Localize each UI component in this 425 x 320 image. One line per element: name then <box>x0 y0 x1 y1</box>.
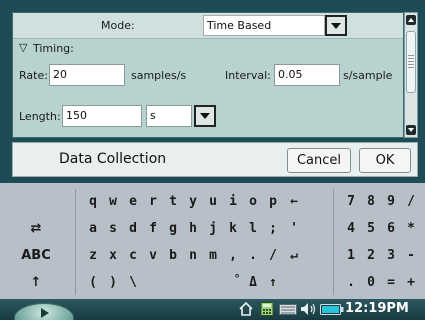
key[interactable]: s <box>104 218 122 240</box>
key[interactable]: . <box>244 245 262 267</box>
rate-input[interactable]: 20 <box>49 64 125 86</box>
key[interactable]: e <box>124 191 142 213</box>
num-key[interactable]: 3 <box>382 245 400 267</box>
cancel-button[interactable]: Cancel <box>287 148 351 173</box>
key[interactable]: w <box>104 191 122 213</box>
length-label: Length: <box>19 110 61 123</box>
num-key[interactable]: . <box>342 272 360 294</box>
switch-keyboard-key[interactable]: ⇄ <box>14 218 58 240</box>
dialog-title: Data Collection <box>59 151 167 167</box>
volume-icon[interactable] <box>300 302 318 316</box>
num-key[interactable]: 8 <box>362 191 380 213</box>
battery-icon <box>320 304 344 315</box>
key[interactable]: y <box>184 191 202 213</box>
taskbar: 12:19PM <box>0 299 425 320</box>
start-button[interactable] <box>14 303 74 320</box>
key[interactable]: m <box>204 245 222 267</box>
key[interactable]: p <box>264 191 282 213</box>
num-key[interactable]: 4 <box>342 218 360 240</box>
mode-label: Mode: <box>101 19 135 32</box>
key[interactable]: ' <box>285 218 303 240</box>
data-collection-dialog: Mode: Time Based ▽ Timing: Rate: 20 samp… <box>0 0 425 183</box>
key[interactable]: r <box>144 191 162 213</box>
key[interactable]: h <box>184 218 202 240</box>
key[interactable]: v <box>144 245 162 267</box>
settings-scrollbar[interactable] <box>404 12 418 138</box>
keyboard-divider <box>333 189 334 295</box>
key[interactable]: c <box>124 245 142 267</box>
abc-key[interactable]: ABC <box>14 245 58 267</box>
enter-key[interactable]: ↵ <box>285 245 303 267</box>
key[interactable]: ; <box>264 218 282 240</box>
collapse-triangle-icon: ▽ <box>19 41 28 54</box>
key[interactable]: ( <box>84 272 102 294</box>
key[interactable]: q <box>84 191 102 213</box>
key[interactable]: Δ <box>244 272 262 294</box>
key[interactable]: a <box>84 218 102 240</box>
num-key[interactable]: 2 <box>362 245 380 267</box>
num-key[interactable]: 5 <box>362 218 380 240</box>
key[interactable]: b <box>164 245 182 267</box>
key[interactable]: i <box>224 191 242 213</box>
mode-row: Mode: Time Based <box>13 13 403 38</box>
key[interactable]: t <box>164 191 182 213</box>
key[interactable]: d <box>124 218 142 240</box>
settings-panel: Mode: Time Based ▽ Timing: Rate: 20 samp… <box>12 12 404 138</box>
calculator-icon[interactable] <box>260 302 274 316</box>
shift-key[interactable]: ↑ <box>14 272 58 294</box>
num-key[interactable]: 7 <box>342 191 360 213</box>
rate-label: Rate: <box>19 69 48 82</box>
interval-input[interactable]: 0.05 <box>274 64 340 86</box>
num-key[interactable]: 9 <box>382 191 400 213</box>
key[interactable]: n <box>184 245 202 267</box>
scroll-up-icon[interactable] <box>406 15 416 25</box>
num-key[interactable]: - <box>402 245 420 267</box>
space-key[interactable] <box>140 272 228 294</box>
home-icon[interactable] <box>238 302 254 316</box>
up-arrow-key[interactable]: ↑ <box>264 272 282 294</box>
num-key[interactable]: 6 <box>382 218 400 240</box>
interval-units-label: s/sample <box>343 69 393 82</box>
key[interactable]: / <box>264 245 282 267</box>
num-key[interactable]: * <box>402 218 420 240</box>
length-unit-dropdown-button[interactable] <box>194 105 216 127</box>
num-key[interactable]: 1 <box>342 245 360 267</box>
keyboard-divider <box>75 189 76 295</box>
key[interactable]: f <box>144 218 162 240</box>
timing-label: Timing: <box>33 42 74 55</box>
key[interactable]: l <box>244 218 262 240</box>
key[interactable]: o <box>244 191 262 213</box>
interval-label: Interval: <box>225 69 271 82</box>
num-key[interactable]: / <box>402 191 420 213</box>
num-key[interactable]: = <box>382 272 400 294</box>
backspace-key[interactable]: ← <box>285 191 303 213</box>
length-input[interactable]: 150 <box>62 105 142 127</box>
length-unit-select[interactable]: s <box>146 105 192 127</box>
on-screen-keyboard: ⇄ ABC ↑ q w e r t y u i o p ← a s d f g … <box>0 183 425 299</box>
key[interactable]: x <box>104 245 122 267</box>
rate-units-label: samples/s <box>131 69 187 82</box>
scroll-thumb[interactable] <box>406 31 416 93</box>
key[interactable]: z <box>84 245 102 267</box>
clock: 12:19PM <box>345 301 409 316</box>
num-key[interactable]: + <box>402 272 420 294</box>
key[interactable]: ) <box>104 272 122 294</box>
ok-button[interactable]: OK <box>359 148 411 173</box>
num-key[interactable]: 0 <box>362 272 380 294</box>
keyboard-icon[interactable] <box>279 302 297 316</box>
timing-section-header[interactable]: ▽ Timing: <box>13 38 403 57</box>
key[interactable]: u <box>204 191 222 213</box>
key[interactable]: g <box>164 218 182 240</box>
mode-dropdown-button[interactable] <box>325 15 347 36</box>
key[interactable]: j <box>204 218 222 240</box>
key[interactable]: k <box>224 218 242 240</box>
key[interactable]: , <box>224 245 242 267</box>
scroll-down-icon[interactable] <box>406 125 416 135</box>
dialog-button-bar: Data Collection Cancel OK <box>12 142 418 177</box>
mode-select[interactable]: Time Based <box>203 15 325 36</box>
